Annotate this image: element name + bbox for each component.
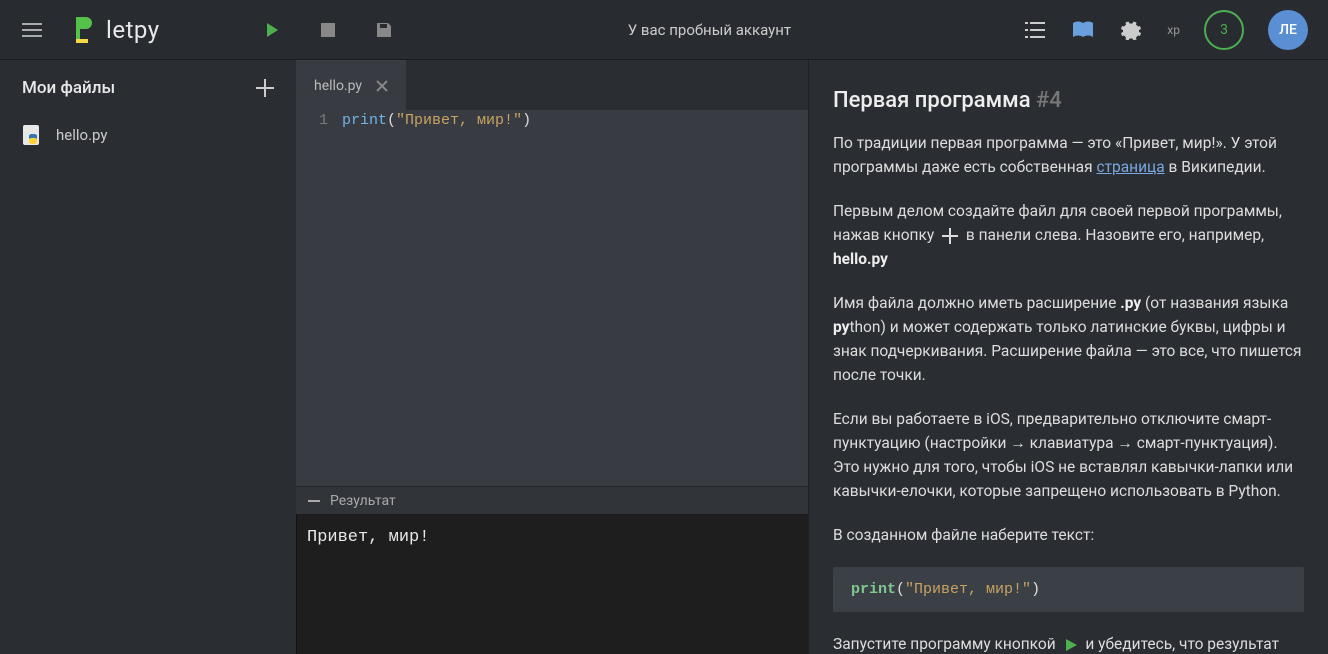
logo-text: letpy [106, 16, 160, 44]
console-output[interactable]: Привет, мир! [296, 514, 808, 654]
line-number: 1 [296, 112, 328, 129]
tab-hello-py[interactable]: hello.py [296, 60, 406, 110]
code-editor[interactable]: 1 print("Привет, мир!") [296, 110, 808, 486]
python-file-icon [22, 124, 44, 146]
xp-label: xp [1167, 23, 1180, 37]
code-example: print("Привет, мир!") [833, 567, 1304, 612]
editor-pane: hello.py 1 print("Привет, мир!") Результ… [296, 60, 808, 654]
lesson-title: Первая программа #4 [833, 88, 1304, 113]
result-label: Результат [330, 493, 396, 509]
minimize-icon[interactable] [308, 500, 320, 502]
play-icon [1064, 638, 1078, 652]
file-name: hello.py [56, 126, 107, 144]
lesson-paragraph: Запустите программу кнопкой и убедитесь,… [833, 632, 1304, 654]
toc-icon[interactable] [1023, 18, 1047, 42]
lesson-paragraph: Первым делом создайте файл для своей пер… [833, 199, 1304, 271]
tab-label: hello.py [314, 78, 362, 94]
save-icon[interactable] [372, 18, 396, 42]
lesson-number: #4 [1036, 88, 1062, 113]
console-line: Привет, мир! [307, 528, 798, 547]
trial-account-text: У вас пробный аккаунт [396, 21, 1024, 39]
sidebar-title: Мои файлы [22, 78, 115, 98]
file-item[interactable]: hello.py [22, 118, 274, 152]
menu-icon[interactable] [20, 18, 44, 42]
code-line: print("Привет, мир!") [342, 112, 808, 129]
lesson-pane: Первая программа #4 По традиции первая п… [808, 60, 1328, 654]
close-icon[interactable] [376, 80, 388, 92]
editor-tabs: hello.py [296, 60, 808, 110]
sidebar: Мои файлы hello.py [0, 60, 296, 654]
logo-mark-icon [72, 15, 94, 45]
main-layout: Мои файлы hello.py hello.py [0, 60, 1328, 654]
lesson-paragraph: По традиции первая программа — это «Прив… [833, 131, 1304, 179]
header: letpy У вас пробный аккаунт xp 3 ЛЕ [0, 0, 1328, 60]
lesson-paragraph: В созданном файле наберите текст: [833, 523, 1304, 547]
lesson-paragraph: Если вы работаете в iOS, предварительно … [833, 407, 1304, 503]
stop-icon[interactable] [316, 18, 340, 42]
wikipedia-link[interactable]: страница [1096, 158, 1164, 176]
header-right: xp 3 ЛЕ [1023, 10, 1308, 50]
code-area[interactable]: print("Привет, мир!") [338, 110, 808, 486]
book-icon[interactable] [1071, 18, 1095, 42]
gear-icon[interactable] [1119, 18, 1143, 42]
add-file-icon[interactable] [256, 79, 274, 97]
avatar[interactable]: ЛЕ [1268, 10, 1308, 50]
run-icon[interactable] [260, 18, 284, 42]
plus-icon [942, 228, 958, 244]
result-bar[interactable]: Результат [296, 486, 808, 514]
xp-counter[interactable]: 3 [1204, 10, 1244, 50]
lesson-paragraph: Имя файла должно иметь расширение .py (о… [833, 291, 1304, 387]
line-gutter: 1 [296, 110, 338, 486]
toolbar [260, 18, 396, 42]
logo[interactable]: letpy [72, 15, 160, 45]
sidebar-header: Мои файлы [22, 78, 274, 98]
